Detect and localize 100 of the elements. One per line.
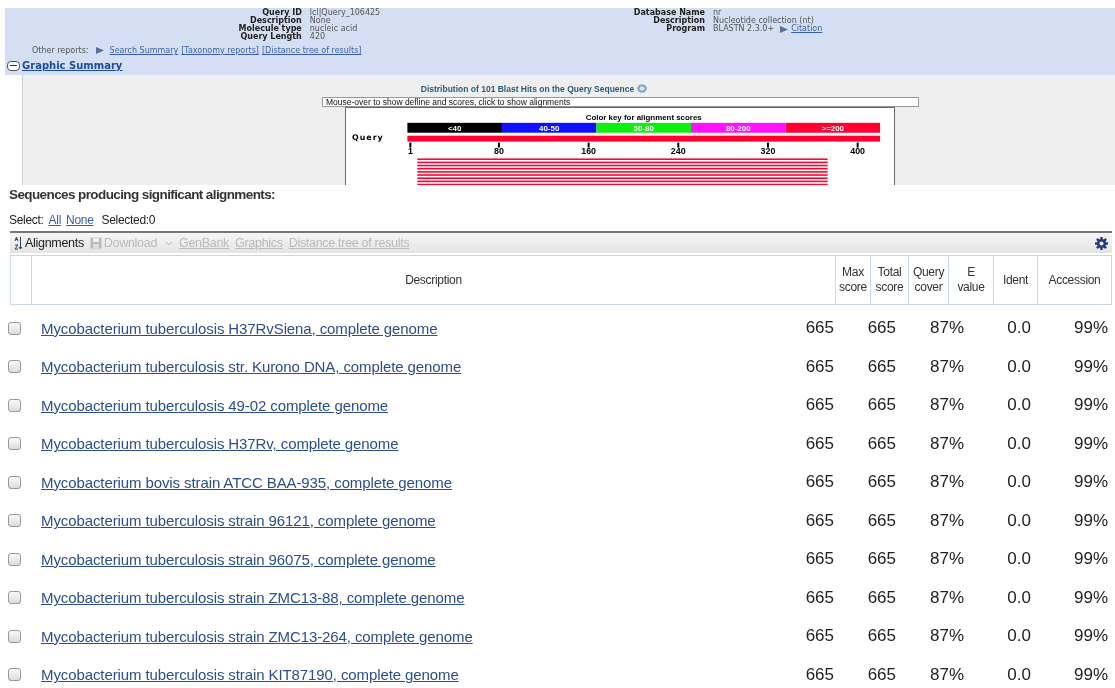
row-checkbox[interactable] xyxy=(8,591,21,605)
section-title-link[interactable]: Graphic Summary xyxy=(22,60,123,71)
sort-icon xyxy=(14,236,23,250)
section-heading: Sequences producing significant alignments: xyxy=(9,187,275,204)
table-cell-text: 0.0 xyxy=(1006,356,1031,377)
column-header[interactable]: Accession xyxy=(1038,256,1112,304)
table-cell-text: 99% xyxy=(1072,395,1108,416)
table-cell-text: 87% xyxy=(928,510,964,531)
collapse-icon[interactable] xyxy=(7,60,20,71)
table-cell-text: 99% xyxy=(1072,318,1108,339)
field-label: Query Length xyxy=(239,33,302,41)
table-cell-text: 665 xyxy=(804,549,834,570)
table-cell-text: 665 xyxy=(866,626,896,647)
column-header[interactable]: Description xyxy=(32,256,836,304)
table-cell-text: 87% xyxy=(928,472,964,493)
table-cell-text: 665 xyxy=(804,472,834,493)
report-link[interactable]: Search Summary xyxy=(109,46,179,55)
settings-icon[interactable] xyxy=(1095,236,1108,250)
field-label: Description xyxy=(653,17,705,25)
table-cell-text: 99% xyxy=(1072,626,1108,647)
alignments-button[interactable]: Alignments xyxy=(14,236,84,250)
column-header[interactable]: E value xyxy=(949,256,994,304)
select-link[interactable]: All xyxy=(48,213,62,227)
triangle-icon xyxy=(95,47,104,54)
description-link[interactable]: Mycobacterium tuberculosis H37Rv, complete genome xyxy=(41,435,399,453)
table-cell-text: 665 xyxy=(804,664,834,685)
column-header[interactable]: Max score xyxy=(836,256,871,304)
field-label: Molecule type xyxy=(237,25,302,33)
table-cell-text: 99% xyxy=(1072,510,1108,531)
table-cell-text: 87% xyxy=(928,664,964,685)
table-cell-text: 87% xyxy=(928,626,964,647)
table-cell-text: 665 xyxy=(804,318,834,339)
triangle-icon xyxy=(780,25,789,33)
row-checkbox[interactable] xyxy=(8,360,21,374)
reports-label: Other reports: xyxy=(32,46,89,55)
table-cell-text: 665 xyxy=(804,587,834,608)
report-link[interactable]: [Taxonomy reports] xyxy=(181,46,259,55)
caret-icon xyxy=(165,240,174,246)
row-checkbox[interactable] xyxy=(8,629,21,643)
table-cell-text: 665 xyxy=(866,318,896,339)
table-cell-text: 665 xyxy=(866,472,896,493)
legend-swatch: <40 xyxy=(407,122,502,133)
table-cell-text: 665 xyxy=(866,356,896,377)
row-checkbox[interactable] xyxy=(8,437,21,451)
field-value: BLASTN 2.3.0+ xyxy=(713,25,775,33)
table-cell-text: 665 xyxy=(866,433,896,454)
table-cell-text: 665 xyxy=(804,356,834,377)
description-link[interactable]: Mycobacterium tuberculosis strain ZMC13-264, complete genome xyxy=(41,627,473,645)
table-cell-text: 87% xyxy=(928,433,964,454)
legend-swatch: 80-200 xyxy=(691,122,786,133)
table-cell-text: 665 xyxy=(866,510,896,531)
description-link[interactable]: Mycobacterium tuberculosis strain 96121, complete genome xyxy=(41,512,436,530)
help-icon[interactable] xyxy=(637,84,648,93)
row-checkbox[interactable] xyxy=(8,514,21,528)
chart-heading: Distribution of 101 Blast Hits on the Query Sequence xyxy=(420,83,635,94)
select-link[interactable]: None xyxy=(66,213,94,227)
tick-label: 240 xyxy=(670,146,686,157)
field-label: Program xyxy=(666,25,705,33)
table-cell-text: 665 xyxy=(866,549,896,570)
column-header[interactable]: Total score xyxy=(871,256,909,304)
description-link[interactable]: Mycobacterium tuberculosis strain 96075, complete genome xyxy=(41,550,436,568)
table-cell-text: 99% xyxy=(1072,587,1108,608)
table-cell-text: 665 xyxy=(866,587,896,608)
description-link[interactable]: Mycobacterium bovis strain ATCC BAA-935, complete genome xyxy=(41,473,452,491)
field-label: Description xyxy=(250,17,302,25)
row-checkbox[interactable] xyxy=(8,321,21,335)
table-cell-text: 99% xyxy=(1072,472,1108,493)
citation-link[interactable]: Citation xyxy=(791,25,823,33)
column-header[interactable]: Ident xyxy=(994,256,1038,304)
hint-text: Mouse-over to show defline and scores, click to show alignments xyxy=(322,97,919,107)
table-cell-text: 87% xyxy=(928,395,964,416)
color-key-title: Color key for alignment scores xyxy=(585,112,702,122)
table-cell-text: 87% xyxy=(928,549,964,570)
tick-label: 80 xyxy=(494,146,504,157)
description-link[interactable]: Mycobacterium tuberculosis H37RvSiena, complete genome xyxy=(41,319,438,337)
description-link[interactable]: Mycobacterium tuberculosis 49-02 complete genome xyxy=(41,396,389,414)
table-cell-text: 99% xyxy=(1072,664,1108,685)
table-cell-text: 0.0 xyxy=(1006,549,1031,570)
table-cell-text: 0.0 xyxy=(1006,587,1031,608)
row-checkbox[interactable] xyxy=(8,552,21,566)
description-link[interactable]: Mycobacterium tuberculosis strain ZMC13-88, complete genome xyxy=(41,589,465,607)
hit-lines-drawing[interactable] xyxy=(417,158,828,185)
column-header[interactable]: Query cover xyxy=(909,256,949,304)
description-link[interactable]: Mycobacterium tuberculosis str. Kurono DNA, complete genome xyxy=(41,358,462,376)
table-cell-text: 0.0 xyxy=(1006,433,1031,454)
legend-swatch: >=200 xyxy=(785,122,881,133)
report-link[interactable]: [Distance tree of results] xyxy=(262,46,362,55)
table-cell-text: 665 xyxy=(804,433,834,454)
query-label: Query xyxy=(352,132,384,142)
selected-count: Selected:0 xyxy=(101,213,156,227)
save-icon xyxy=(89,237,102,249)
table-cell-text: 99% xyxy=(1072,433,1108,454)
row-checkbox[interactable] xyxy=(8,475,21,489)
field-value: nucleic acid xyxy=(309,25,359,33)
description-link[interactable]: Mycobacterium tuberculosis strain KIT87190, complete genome xyxy=(41,666,459,684)
field-value: Nucleotide collection (nt) xyxy=(713,17,814,25)
row-checkbox[interactable] xyxy=(8,668,21,682)
table-cell-text: 0.0 xyxy=(1006,626,1031,647)
row-checkbox[interactable] xyxy=(8,398,21,412)
table-cell-text: 0.0 xyxy=(1006,472,1031,493)
